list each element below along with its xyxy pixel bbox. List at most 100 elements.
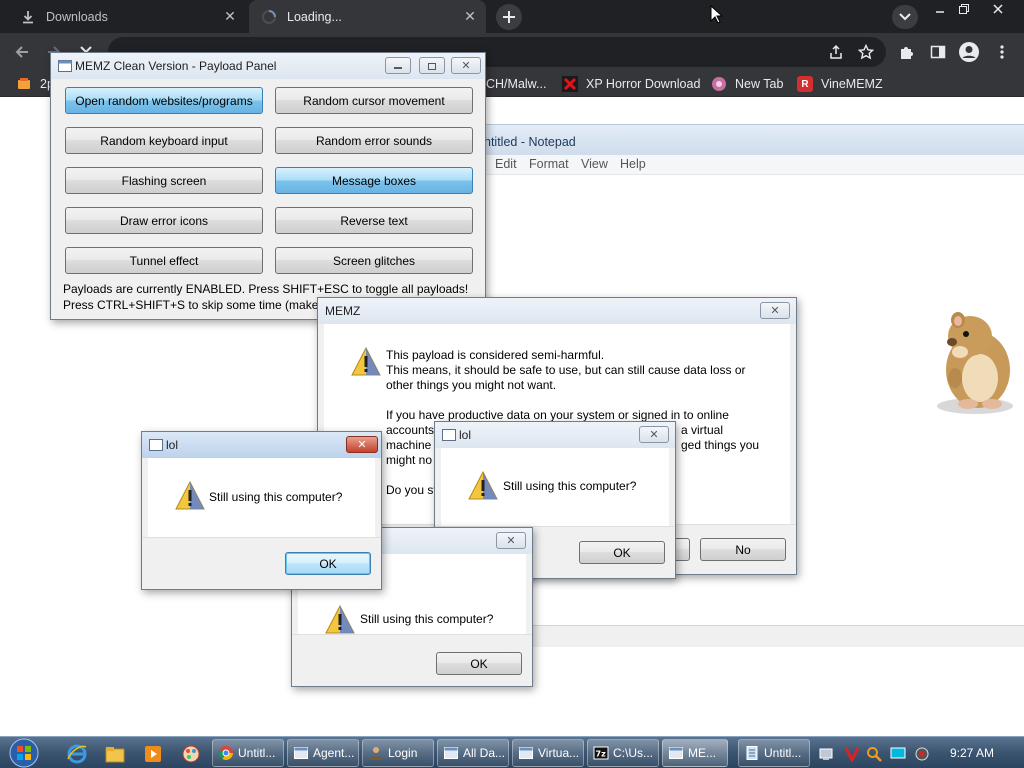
start-button[interactable] xyxy=(8,738,40,768)
payload-panel-title: MEMZ Clean Version - Payload Panel xyxy=(75,59,277,73)
side-panel-icon[interactable] xyxy=(928,42,948,62)
mouse-cursor-icon xyxy=(710,5,724,24)
taskbar-clock[interactable]: 9:27 AM xyxy=(950,746,994,760)
dialog-message: Still using this computer? xyxy=(209,490,343,504)
back-arrow-icon[interactable] xyxy=(12,42,32,62)
notepad-menubar: Edit Format View Help xyxy=(480,155,1024,175)
dialog-message-fragment: a virtual xyxy=(681,423,724,437)
window-app-icon xyxy=(149,439,163,451)
close-button[interactable]: ✕ xyxy=(639,426,669,443)
menu-help[interactable]: Help xyxy=(620,157,646,171)
close-icon xyxy=(993,4,1003,14)
menu-edit[interactable]: Edit xyxy=(495,157,517,171)
dialog-message: Still using this computer? xyxy=(360,612,494,626)
payload-button-tunnel-effect[interactable]: Tunnel effect xyxy=(65,247,263,274)
taskbar-button-notepad[interactable]: Untitl... xyxy=(738,739,810,767)
tray-display-icon[interactable] xyxy=(890,746,906,762)
paint-icon[interactable] xyxy=(180,743,202,765)
warning-triangle-icon xyxy=(325,604,355,634)
memz-dialog-title: MEMZ xyxy=(325,304,361,318)
skip-time-hint-text: Press CTRL+SHIFT+S to skip some time (ma… xyxy=(63,298,358,312)
chrome-icon xyxy=(218,746,233,760)
tray-network-icon[interactable] xyxy=(818,746,834,762)
taskbar-button-7zip[interactable]: 7z C:\Us... xyxy=(587,739,659,767)
browser-tabstrip: Downloads ✕ Loading... ✕ xyxy=(0,0,1024,33)
dialog-message-fragment: ged things you xyxy=(681,438,760,452)
loading-spinner-icon xyxy=(261,9,277,25)
no-button[interactable]: No xyxy=(700,538,786,561)
window-app-icon xyxy=(442,429,456,441)
extensions-puzzle-icon[interactable] xyxy=(896,42,916,62)
payload-button-screen-glitches[interactable]: Screen glitches xyxy=(275,247,473,274)
taskbar-button-agent[interactable]: Agent... xyxy=(287,739,359,767)
tray-magnifier-icon[interactable] xyxy=(866,746,882,762)
internet-explorer-icon[interactable] xyxy=(66,743,88,765)
close-icon: ✕ xyxy=(461,59,471,72)
bookmark-item[interactable]: CH/Malw... xyxy=(486,75,546,93)
tab-label: Loading... xyxy=(287,9,342,24)
taskbar-button-login[interactable]: Login xyxy=(362,739,434,767)
close-tab-icon[interactable]: ✕ xyxy=(460,7,480,27)
close-button[interactable]: ✕ xyxy=(451,57,481,74)
ok-button[interactable]: OK xyxy=(436,652,522,675)
close-tab-icon[interactable]: ✕ xyxy=(220,7,240,27)
payload-button-flashing-screen[interactable]: Flashing screen xyxy=(65,167,263,194)
profile-avatar-icon[interactable] xyxy=(958,41,980,63)
file-explorer-icon[interactable] xyxy=(104,743,126,765)
bookmark-item[interactable]: New Tab xyxy=(711,75,783,93)
minimize-button[interactable] xyxy=(928,0,952,18)
plus-icon xyxy=(503,11,515,23)
tab-loading[interactable]: Loading... ✕ xyxy=(249,0,486,33)
new-tab-button[interactable] xyxy=(496,4,522,30)
dialog-message-line: Do you st xyxy=(386,483,437,497)
bookmark-star-icon[interactable] xyxy=(856,42,876,62)
payload-panel-titlebar: MEMZ Clean Version - Payload Panel ✕ xyxy=(51,53,485,79)
tray-v-logo-icon[interactable] xyxy=(844,746,860,762)
taskbar-button-label: ME... xyxy=(688,746,717,760)
taskbar-button-label: Virtua... xyxy=(538,746,580,760)
minimize-button[interactable] xyxy=(385,57,411,74)
ok-button[interactable]: OK xyxy=(285,552,371,575)
tray-volume-icon[interactable] xyxy=(914,746,930,762)
payload-button-random-error-sounds[interactable]: Random error sounds xyxy=(275,127,473,154)
close-button[interactable]: ✕ xyxy=(346,436,378,453)
taskbar-button-label: C:\Us... xyxy=(613,746,654,760)
payload-button-random-keyboard-input[interactable]: Random keyboard input xyxy=(65,127,263,154)
dialog-message-line: This payload is considered semi-harmful. xyxy=(386,348,605,362)
payload-button-message-boxes[interactable]: Message boxes xyxy=(275,167,473,194)
dialog-message-line: other things you might not want. xyxy=(386,378,557,392)
payload-button-draw-error-icons[interactable]: Draw error icons xyxy=(65,207,263,234)
payload-button-reverse-text[interactable]: Reverse text xyxy=(275,207,473,234)
payload-button-open-random-websites[interactable]: Open random websites/programs xyxy=(65,87,263,114)
tab-search-button[interactable] xyxy=(892,5,918,29)
ok-button[interactable]: OK xyxy=(579,541,665,564)
7zip-icon: 7z xyxy=(593,746,609,760)
close-button[interactable]: ✕ xyxy=(760,302,790,319)
kebab-menu-icon[interactable] xyxy=(992,42,1012,62)
hamster-character-icon[interactable] xyxy=(930,308,1020,416)
lol-dialog-footer: OK xyxy=(292,634,532,686)
menu-view[interactable]: View xyxy=(581,157,608,171)
bookmark-item[interactable]: R VineMEMZ xyxy=(797,75,883,93)
bookmark-item[interactable]: XP Horror Download xyxy=(562,75,700,93)
globe-icon xyxy=(711,76,727,92)
payload-button-random-cursor-movement[interactable]: Random cursor movement xyxy=(275,87,473,114)
close-icon: ✕ xyxy=(770,304,780,317)
user-icon xyxy=(370,747,382,760)
taskbar-button-all-data[interactable]: All Da... xyxy=(437,739,509,767)
maximize-button[interactable] xyxy=(419,57,445,74)
restore-button[interactable] xyxy=(952,0,976,18)
taskbar-button-virtual[interactable]: Virtua... xyxy=(512,739,584,767)
close-window-button[interactable] xyxy=(986,0,1010,18)
taskbar-button-memz[interactable]: ME... xyxy=(662,739,728,767)
windows-taskbar: Untitl... Agent... Login All Da... Virtu… xyxy=(0,736,1024,768)
close-button[interactable]: ✕ xyxy=(496,532,526,549)
bookmark-item[interactable]: 2p xyxy=(16,75,54,93)
media-player-icon[interactable] xyxy=(142,743,164,765)
menu-format[interactable]: Format xyxy=(529,157,569,171)
taskbar-button-chrome[interactable]: Untitl... xyxy=(212,739,284,767)
tab-downloads[interactable]: Downloads ✕ xyxy=(8,0,246,33)
x-logo-icon xyxy=(562,76,578,92)
share-icon[interactable] xyxy=(826,42,846,62)
close-icon: ✕ xyxy=(357,438,367,451)
